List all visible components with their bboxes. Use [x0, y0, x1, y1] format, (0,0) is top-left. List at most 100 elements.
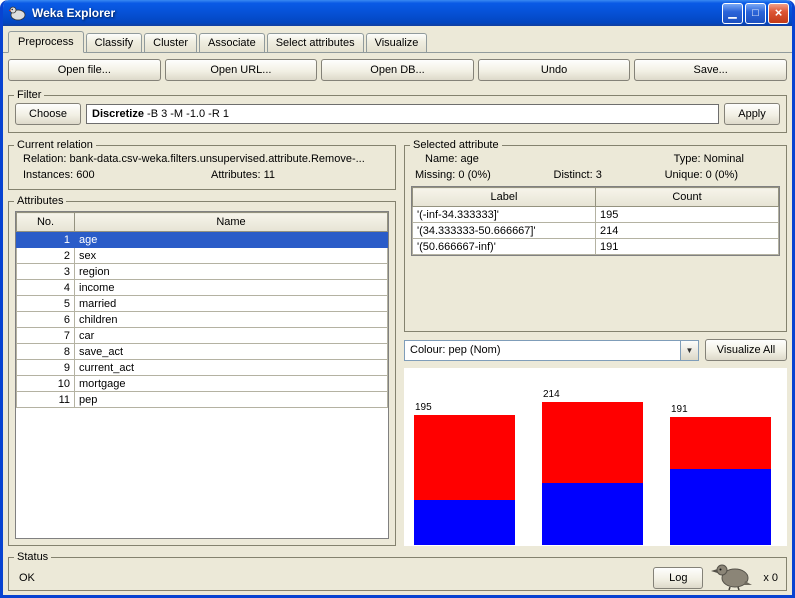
close-icon: ×: [775, 5, 783, 20]
bar-count-label: 191: [671, 404, 771, 415]
attribute-row[interactable]: 3region: [17, 264, 388, 280]
unique-field: Unique: 0 (0%): [665, 169, 738, 181]
attribute-type-field: Type: Nominal: [674, 153, 744, 165]
attribute-stats-row1: Name: age Type: Nominal: [405, 151, 786, 165]
tab-classify[interactable]: Classify: [86, 33, 143, 52]
attribute-row[interactable]: 7car: [17, 328, 388, 344]
filter-row: Choose Discretize -B 3 -M -1.0 -R 1 Appl…: [9, 101, 786, 131]
instances-label: Instances:: [23, 169, 73, 181]
blue-bottom-segment-segment: [414, 500, 515, 545]
apply-filter-button[interactable]: Apply: [724, 103, 780, 125]
attribute-type-value: Nominal: [704, 153, 744, 165]
status-panel: Status OK Log x 0: [8, 551, 787, 591]
value-table-container: Label Count '(-inf-34.333333]'195'(34.33…: [411, 186, 780, 256]
attribute-row[interactable]: 9current_act: [17, 360, 388, 376]
value-table: Label Count '(-inf-34.333333]'195'(34.33…: [412, 187, 779, 255]
attribute-row[interactable]: 5married: [17, 296, 388, 312]
instances-value: 600: [76, 169, 94, 181]
red-top-segment-segment: [670, 417, 771, 469]
attributes-panel: Attributes No. Name 1age2sex3region4inco…: [8, 195, 396, 546]
relation-label: Relation:: [23, 153, 66, 165]
tab-cluster[interactable]: Cluster: [144, 33, 197, 52]
attributes-table: No. Name 1age2sex3region4income5married6…: [16, 212, 388, 408]
column-header-count: Count: [596, 188, 779, 207]
attribute-row[interactable]: 6children: [17, 312, 388, 328]
attribute-name-value: age: [460, 153, 478, 165]
unique-value: 0 (0%): [706, 169, 738, 181]
value-table-body: '(-inf-34.333333]'195'(34.333333-50.6666…: [413, 207, 779, 255]
attribute-row[interactable]: 1age: [17, 232, 388, 248]
window-controls: ▁ □ ×: [722, 3, 789, 24]
red-top-segment-segment: [414, 415, 515, 500]
attribute-row[interactable]: 2sex: [17, 248, 388, 264]
log-button[interactable]: Log: [653, 567, 703, 589]
missing-value: 0 (0%): [458, 169, 490, 181]
maximize-icon: □: [752, 7, 759, 19]
relation-value: bank-data.csv-weka.filters.unsupervised.…: [69, 153, 364, 165]
minimize-button[interactable]: ▁: [722, 3, 743, 24]
status-text: OK: [19, 572, 645, 584]
source-button-row: Open file... Open URL... Open DB... Undo…: [8, 59, 787, 81]
right-column: Selected attribute Name: age Type: Nomin…: [404, 139, 787, 546]
maximize-button[interactable]: □: [745, 3, 766, 24]
weka-app-icon: [9, 5, 27, 21]
filter-expression-field[interactable]: Discretize -B 3 -M -1.0 -R 1: [86, 104, 719, 124]
tab-visualize[interactable]: Visualize: [366, 33, 428, 52]
instances-line: Instances: 600 Attributes: 11: [9, 165, 395, 181]
weka-bird-icon: [711, 563, 753, 593]
colour-combobox-value: Colour: pep (Nom): [405, 344, 680, 356]
open-url-button[interactable]: Open URL...: [165, 59, 318, 81]
histogram-bar: 214: [542, 389, 643, 545]
selected-attribute-legend: Selected attribute: [410, 139, 502, 151]
histogram: 195214191: [404, 368, 787, 546]
tab-preprocess[interactable]: Preprocess: [8, 31, 84, 53]
column-header-label: Label: [413, 188, 596, 207]
attribute-type-label: Type:: [674, 153, 701, 165]
open-file-button[interactable]: Open file...: [8, 59, 161, 81]
current-relation-panel: Current relation Relation: bank-data.csv…: [8, 139, 396, 190]
open-db-button[interactable]: Open DB...: [321, 59, 474, 81]
window-title: Weka Explorer: [32, 6, 717, 20]
choose-filter-button[interactable]: Choose: [15, 103, 81, 125]
column-header-name: Name: [75, 213, 388, 232]
save-button[interactable]: Save...: [634, 59, 787, 81]
value-row: '(34.333333-50.666667]'214: [413, 223, 779, 239]
value-table-header: Label Count: [413, 188, 779, 207]
dropdown-arrow-icon[interactable]: ▼: [680, 341, 698, 360]
relation-line: Relation: bank-data.csv-weka.filters.uns…: [9, 151, 395, 165]
close-button[interactable]: ×: [768, 3, 789, 24]
missing-field: Missing: 0 (0%): [415, 169, 491, 181]
minimize-icon: ▁: [728, 7, 736, 19]
preprocess-panel: Open file... Open URL... Open DB... Undo…: [3, 53, 792, 595]
tab-associate[interactable]: Associate: [199, 33, 265, 52]
attribute-row[interactable]: 8save_act: [17, 344, 388, 360]
weka-process-count: x 0: [763, 572, 778, 584]
selected-attribute-panel: Selected attribute Name: age Type: Nomin…: [404, 139, 787, 332]
column-header-no: No.: [17, 213, 75, 232]
attribute-row[interactable]: 4income: [17, 280, 388, 296]
attribute-name-label: Name:: [425, 153, 457, 165]
attribute-row[interactable]: 11pep: [17, 392, 388, 408]
attributes-table-header: No. Name: [17, 213, 388, 232]
blue-bottom-segment-segment: [542, 483, 643, 545]
attributes-legend: Attributes: [14, 195, 66, 207]
weka-explorer-window: Weka Explorer ▁ □ × Preprocess Classify …: [0, 0, 795, 598]
visualize-controls-row: Colour: pep (Nom) ▼ Visualize All: [404, 339, 787, 361]
attribute-count-value: 11: [264, 169, 275, 181]
value-row: '(-inf-34.333333]'195: [413, 207, 779, 223]
attribute-count-label: Attributes:: [211, 169, 261, 181]
titlebar: Weka Explorer ▁ □ ×: [3, 0, 792, 26]
filter-args: -B 3 -M -1.0 -R 1: [144, 108, 229, 120]
undo-button[interactable]: Undo: [478, 59, 631, 81]
instances-field: Instances: 600: [23, 169, 211, 181]
tab-bar: Preprocess Classify Cluster Associate Se…: [3, 26, 792, 53]
attribute-row[interactable]: 10mortgage: [17, 376, 388, 392]
blue-bottom-segment-segment: [670, 469, 771, 545]
tab-select-attributes[interactable]: Select attributes: [267, 33, 364, 52]
main-area: Current relation Relation: bank-data.csv…: [8, 139, 787, 546]
visualize-all-button[interactable]: Visualize All: [705, 339, 787, 361]
distinct-label: Distinct:: [554, 169, 593, 181]
attribute-name-field: Name: age: [425, 153, 479, 165]
colour-combobox[interactable]: Colour: pep (Nom) ▼: [404, 340, 699, 361]
unique-label: Unique:: [665, 169, 703, 181]
